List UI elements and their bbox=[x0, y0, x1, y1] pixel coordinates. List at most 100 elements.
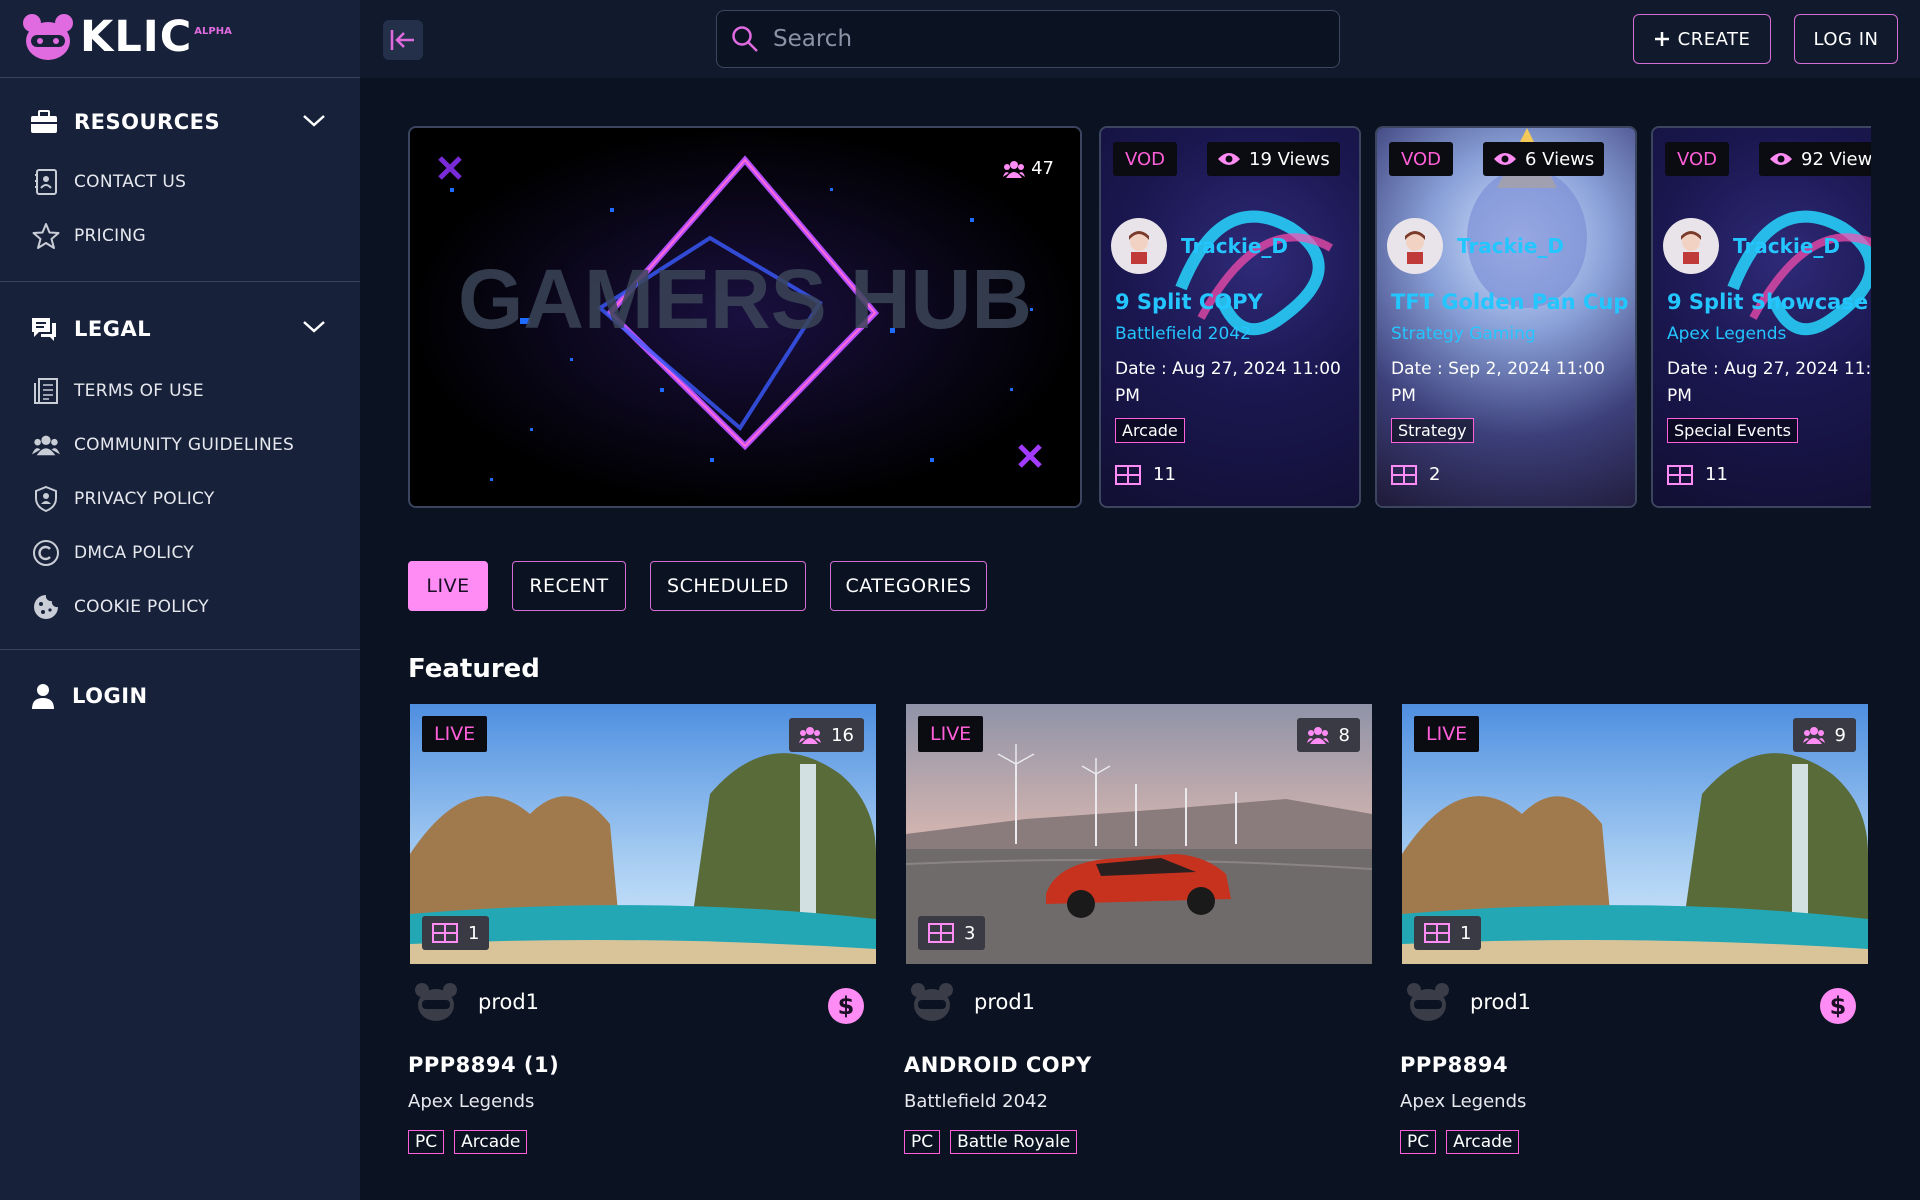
tip-button[interactable]: $ bbox=[1820, 988, 1856, 1024]
multi-screen-icon bbox=[1115, 464, 1141, 485]
creator-name: prod1 bbox=[1470, 990, 1532, 1014]
vod-title: 9 Split COPY bbox=[1115, 290, 1263, 314]
sidebar-item-pricing[interactable]: PRICING bbox=[32, 222, 146, 250]
klic-logo[interactable]: KLIC ALPHA bbox=[22, 13, 232, 61]
tag[interactable]: Battle Royale bbox=[950, 1130, 1078, 1154]
sidebar-item-label: COMMUNITY GUIDELINES bbox=[74, 435, 295, 455]
sidebar-item-privacy-policy[interactable]: PRIVACY POLICY bbox=[32, 485, 215, 513]
stream-thumbnail[interactable]: LIVE 8 3 bbox=[906, 704, 1372, 964]
vod-creator[interactable]: Trackie_D bbox=[1663, 218, 1840, 274]
vod-username: Trackie_D bbox=[1181, 234, 1288, 258]
bear-avatar-icon bbox=[415, 983, 457, 1021]
sidebar-item-cookie-policy[interactable]: COOKIE POLICY bbox=[32, 593, 209, 621]
tag[interactable]: Arcade bbox=[1446, 1130, 1520, 1154]
featured-heading: Featured bbox=[408, 654, 540, 684]
vod-tag[interactable]: Special Events bbox=[1667, 418, 1798, 443]
users-icon bbox=[799, 727, 822, 744]
bear-avatar-icon bbox=[911, 983, 953, 1021]
stream-title[interactable]: PPP8894 bbox=[1400, 1053, 1508, 1077]
viewer-count-value: 8 bbox=[1338, 724, 1350, 746]
search-input[interactable] bbox=[773, 26, 1293, 52]
user-icon bbox=[32, 684, 54, 709]
collapse-sidebar-button[interactable] bbox=[383, 20, 423, 60]
chat-bubbles-icon bbox=[32, 318, 56, 341]
users-icon bbox=[1306, 727, 1329, 744]
users-icon bbox=[1802, 727, 1825, 744]
chevron-down-icon[interactable] bbox=[302, 114, 326, 128]
views-badge: 6 Views bbox=[1483, 142, 1605, 176]
briefcase-icon bbox=[31, 110, 57, 133]
sidebar-item-community-guidelines[interactable]: COMMUNITY GUIDELINES bbox=[32, 431, 294, 459]
search-bar[interactable] bbox=[716, 10, 1340, 68]
chevron-down-icon[interactable] bbox=[302, 320, 326, 334]
vod-date: Date : Aug 27, 2024 11:00 PM bbox=[1115, 359, 1341, 406]
vod-badge: VOD bbox=[1389, 142, 1454, 176]
avatar bbox=[1387, 218, 1443, 274]
multi-screen-icon bbox=[1391, 464, 1417, 485]
stream-thumbnail[interactable]: LIVE 9 1 bbox=[1402, 704, 1868, 964]
creator-name: prod1 bbox=[478, 990, 540, 1014]
tag[interactable]: PC bbox=[408, 1130, 445, 1154]
vod-badge: VOD bbox=[1113, 142, 1178, 176]
create-label: CREATE bbox=[1677, 28, 1751, 50]
viewer-badge: 16 bbox=[789, 718, 864, 752]
tag[interactable]: PC bbox=[904, 1130, 941, 1154]
tag[interactable]: Arcade bbox=[454, 1130, 528, 1154]
tag[interactable]: PC bbox=[1400, 1130, 1437, 1154]
screen-count-value: 2 bbox=[1429, 464, 1441, 485]
resources-section-header[interactable]: RESOURCES bbox=[30, 110, 330, 134]
sidebar-item-label: DMCA POLICY bbox=[74, 543, 195, 563]
login-button-label: LOG IN bbox=[1813, 28, 1879, 50]
vod-date-text: Date : Aug 27, 2024 11:00 PM bbox=[1667, 359, 1871, 406]
creator[interactable]: prod1 bbox=[414, 982, 539, 1022]
create-button[interactable]: CREATE bbox=[1633, 14, 1771, 64]
vod-tag[interactable]: Arcade bbox=[1115, 418, 1185, 443]
views-value: 92 Views bbox=[1801, 148, 1871, 170]
vod-card[interactable]: VOD 92 Views Trackie_D 9 Split Showcase … bbox=[1651, 126, 1871, 508]
vod-creator[interactable]: Trackie_D bbox=[1111, 218, 1288, 274]
multi-screen-icon bbox=[1667, 464, 1693, 485]
tip-button[interactable]: $ bbox=[828, 988, 864, 1024]
stream-card[interactable]: LIVE 16 1 prod1 $ PPP8894 (1) Apex Legen… bbox=[408, 704, 876, 1174]
tab-categories[interactable]: CATEGORIES bbox=[830, 561, 987, 611]
tab-label: CATEGORIES bbox=[845, 575, 972, 597]
stream-card[interactable]: LIVE 8 3 prod1 ANDROID COPY Battlefield … bbox=[904, 704, 1372, 1174]
sidebar-item-label: COOKIE POLICY bbox=[74, 597, 209, 617]
vod-card[interactable]: VOD 6 Views Trackie_D TFT Golden Pan Cup… bbox=[1375, 126, 1637, 508]
plus-icon bbox=[1654, 32, 1669, 46]
vod-creator[interactable]: Trackie_D bbox=[1387, 218, 1564, 274]
sidebar-login[interactable]: LOGIN bbox=[30, 683, 148, 709]
viewer-count: 47 bbox=[1003, 158, 1054, 179]
creator[interactable]: prod1 bbox=[910, 982, 1035, 1022]
login-button[interactable]: LOG IN bbox=[1794, 14, 1898, 64]
stream-title[interactable]: ANDROID COPY bbox=[904, 1053, 1092, 1077]
stream-tags: PC Arcade bbox=[1400, 1130, 1520, 1154]
tab-recent[interactable]: RECENT bbox=[512, 561, 626, 611]
tab-live[interactable]: LIVE bbox=[408, 561, 488, 611]
screen-count: 2 bbox=[1391, 464, 1440, 485]
tab-label: LIVE bbox=[426, 575, 470, 597]
vod-tag[interactable]: Strategy bbox=[1391, 418, 1474, 443]
vod-username: Trackie_D bbox=[1733, 234, 1840, 258]
collapse-left-icon bbox=[390, 30, 414, 50]
stream-thumbnail[interactable]: LIVE 16 1 bbox=[410, 704, 876, 964]
copyright-icon bbox=[32, 539, 60, 567]
legal-section-header[interactable]: LEGAL bbox=[30, 316, 330, 342]
stream-tags: PC Battle Royale bbox=[904, 1130, 1078, 1154]
vod-card[interactable]: VOD 19 Views Trackie_D 9 Split COPY Batt… bbox=[1099, 126, 1361, 508]
screen-count-badge: 1 bbox=[422, 916, 490, 950]
vod-game: Battlefield 2042 bbox=[1115, 324, 1251, 344]
document-icon bbox=[32, 377, 60, 405]
viewer-count-value: 16 bbox=[831, 724, 854, 746]
creator[interactable]: prod1 bbox=[1406, 982, 1531, 1022]
stream-card[interactable]: LIVE 9 1 prod1 $ PPP8894 Apex Legends PC… bbox=[1400, 704, 1868, 1174]
tab-scheduled[interactable]: SCHEDULED bbox=[650, 561, 806, 611]
sidebar-item-dmca-policy[interactable]: DMCA POLICY bbox=[32, 539, 194, 567]
views-value: 6 Views bbox=[1525, 148, 1595, 170]
sidebar-item-label: CONTACT US bbox=[74, 172, 187, 192]
hero-main-stream[interactable]: GAMERS HUB 47 bbox=[408, 126, 1082, 508]
stream-title[interactable]: PPP8894 (1) bbox=[408, 1053, 559, 1077]
sidebar-item-terms-of-use[interactable]: TERMS OF USE bbox=[32, 377, 204, 405]
sidebar-item-contact-us[interactable]: CONTACT US bbox=[32, 168, 186, 196]
cookie-icon bbox=[32, 593, 60, 621]
